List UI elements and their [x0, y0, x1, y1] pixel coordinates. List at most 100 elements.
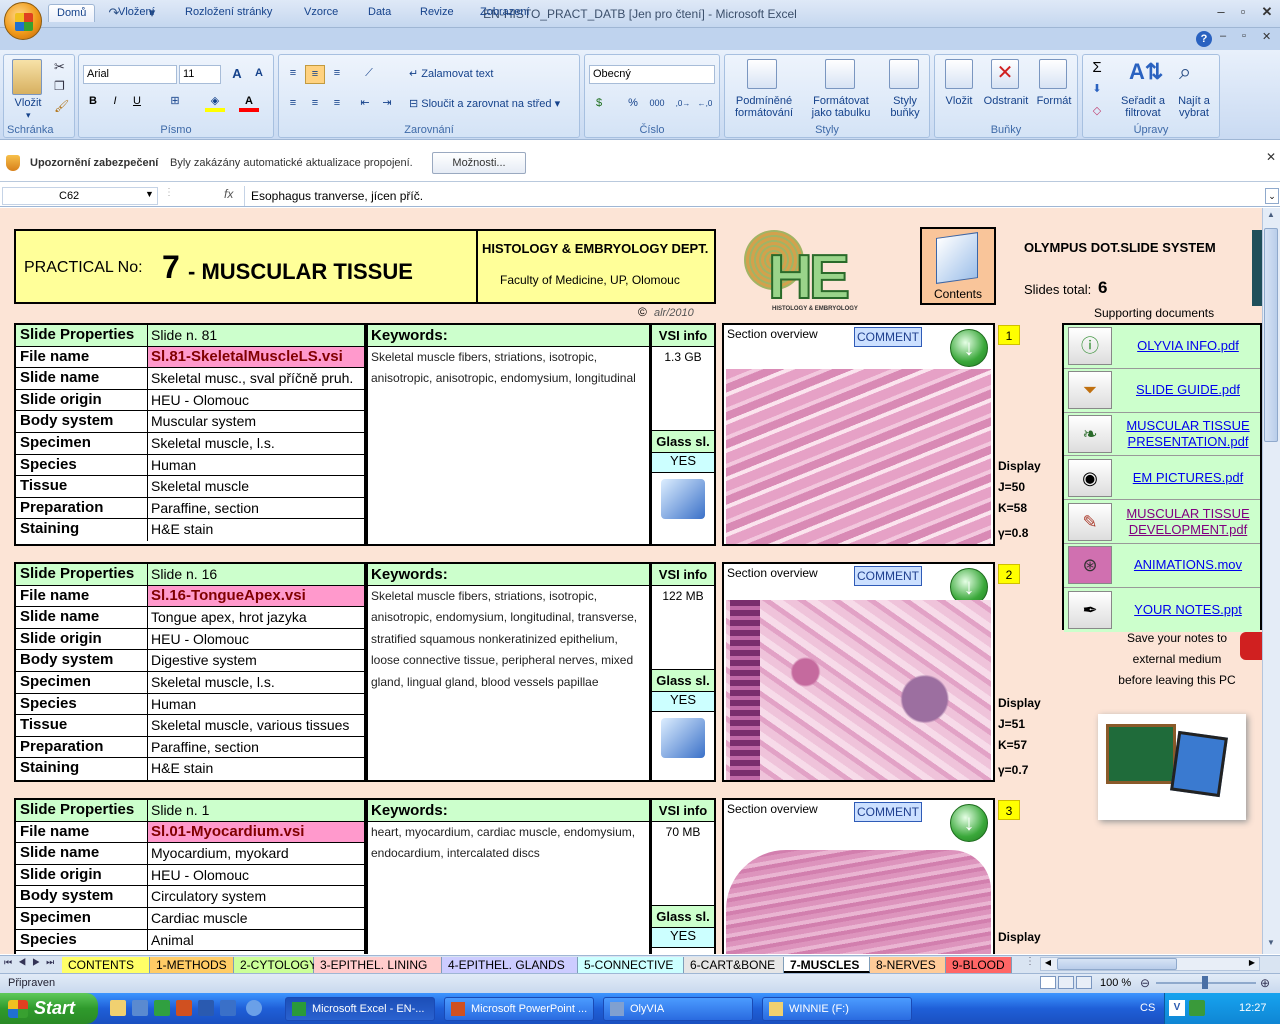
sheet-tab[interactable]: 4-EPITHEL. GLANDS: [442, 957, 578, 973]
tray-status-icon[interactable]: [1189, 1000, 1205, 1016]
name-box-dropdown-icon[interactable]: ▼: [145, 189, 154, 199]
file-name-value[interactable]: Sl.81-SkeletalMuscleLS.vsi: [148, 346, 364, 368]
align-right-icon[interactable]: ≡: [327, 95, 347, 114]
decrease-decimal-icon[interactable]: ←,0: [695, 95, 715, 114]
document-link[interactable]: MUSCULAR TISSUE PRESENTATION.pdf: [1116, 418, 1260, 450]
tab-data[interactable]: Data: [360, 4, 399, 22]
download-arrow-icon[interactable]: ↓: [950, 329, 988, 367]
tab-scroll-arrows-icon[interactable]: ⏮◀▶⏭: [4, 957, 60, 968]
clear-icon[interactable]: ◇: [1087, 103, 1107, 122]
wrap-text-button[interactable]: ↵ Zalamovat text: [409, 67, 493, 80]
comment-button[interactable]: COMMENT: [854, 327, 922, 347]
align-center-icon[interactable]: ≡: [305, 95, 325, 114]
bold-icon[interactable]: B: [83, 93, 103, 112]
document-item[interactable]: ✎ MUSCULAR TISSUE DEVELOPMENT.pdf: [1064, 500, 1260, 544]
fill-color-icon[interactable]: ◈: [205, 93, 225, 112]
download-arrow-icon[interactable]: ↓: [950, 804, 988, 842]
currency-icon[interactable]: $: [589, 95, 609, 114]
vsi-viewer-icon[interactable]: [661, 479, 705, 519]
insert-cells-button[interactable]: Vložit: [937, 95, 981, 107]
format-table-button[interactable]: Formátovat jako tabulku: [803, 95, 879, 119]
quicklaunch-desktop-icon[interactable]: [132, 1000, 148, 1016]
conditional-format-button[interactable]: Podmíněné formátování: [727, 95, 801, 119]
tab-view[interactable]: Zobrazení: [472, 4, 538, 22]
scroll-thumb[interactable]: [1264, 228, 1278, 442]
task-powerpoint[interactable]: Microsoft PowerPoint ...: [444, 997, 594, 1021]
zoom-level[interactable]: 100 %: [1100, 977, 1131, 989]
font-color-icon[interactable]: A: [239, 93, 259, 112]
document-item[interactable]: ◉ EM PICTURES.pdf: [1064, 456, 1260, 501]
sheet-tab[interactable]: 9-BLOOD: [946, 957, 1012, 973]
document-link[interactable]: OLYVIA INFO.pdf: [1116, 338, 1260, 354]
document-item[interactable]: ❧ MUSCULAR TISSUE PRESENTATION.pdf: [1064, 412, 1260, 457]
font-size-dropdown[interactable]: 11: [179, 65, 221, 84]
comment-button[interactable]: COMMENT: [854, 566, 922, 586]
ribbon-minimize-icon[interactable]: –: [1220, 30, 1226, 42]
vsi-viewer-icon[interactable]: [661, 718, 705, 758]
quicklaunch-ie-icon[interactable]: [220, 1000, 236, 1016]
quicklaunch-misc-icon[interactable]: [246, 1000, 262, 1016]
ribbon-restore-icon[interactable]: ▫: [1242, 30, 1246, 42]
shrink-font-icon[interactable]: A: [249, 65, 269, 84]
close-icon[interactable]: ✕: [1256, 4, 1278, 22]
task-olyvia[interactable]: OlyVIA: [603, 997, 753, 1021]
zoom-slider-thumb[interactable]: [1202, 976, 1208, 989]
document-link[interactable]: SLIDE GUIDE.pdf: [1116, 382, 1260, 398]
tab-formulas[interactable]: Vzorce: [296, 4, 346, 22]
cell-styles-button[interactable]: Styly buňky: [881, 95, 929, 119]
copy-icon[interactable]: ❐: [54, 79, 65, 93]
sheet-tab[interactable]: 6-CART&BONE: [684, 957, 784, 973]
maximize-icon[interactable]: ▫: [1232, 4, 1254, 22]
horizontal-scrollbar[interactable]: ◀ ▶: [1040, 957, 1260, 971]
slide-1-thumbnail[interactable]: [726, 369, 991, 544]
document-link[interactable]: ANIMATIONS.mov: [1116, 557, 1260, 573]
minimize-icon[interactable]: –: [1210, 4, 1232, 22]
name-box[interactable]: C62: [2, 187, 158, 205]
ribbon-close-icon[interactable]: ✕: [1262, 30, 1271, 43]
cut-icon[interactable]: ✂: [54, 59, 65, 75]
zoom-out-icon[interactable]: ⊖: [1140, 976, 1150, 990]
sheet-tab[interactable]: 5-CONNECTIVE: [578, 957, 684, 973]
page-break-view-icon[interactable]: [1076, 976, 1092, 989]
comment-button[interactable]: COMMENT: [854, 802, 922, 822]
scroll-left-icon[interactable]: ◀: [1041, 958, 1055, 970]
tab-home[interactable]: Domů: [48, 4, 96, 22]
number-format-dropdown[interactable]: Obecný: [589, 65, 715, 84]
sheet-tab[interactable]: CONTENTS: [62, 957, 150, 973]
format-cells-button[interactable]: Formát: [1033, 95, 1075, 107]
paste-button[interactable]: Vložit: [8, 97, 48, 109]
paste-dropdown-icon[interactable]: ▾: [26, 110, 31, 121]
delete-cells-button[interactable]: Odstranit: [979, 95, 1033, 107]
slide-2-thumbnail[interactable]: [726, 600, 991, 780]
font-name-dropdown[interactable]: Arial: [83, 65, 177, 84]
sheet-tab[interactable]: 1-METHODS: [150, 957, 234, 973]
thousands-icon[interactable]: 000: [647, 95, 667, 114]
insert-function-icon[interactable]: fx: [224, 187, 233, 201]
align-middle-icon[interactable]: ≡: [305, 65, 325, 84]
format-painter-icon[interactable]: 🖌: [54, 99, 69, 113]
sheet-tab[interactable]: 7-MUSCLES: [784, 957, 870, 973]
borders-icon[interactable]: ⊞: [165, 93, 185, 112]
tab-insert[interactable]: Vložení: [110, 4, 163, 22]
quicklaunch-word-icon[interactable]: [198, 1000, 214, 1016]
align-left-icon[interactable]: ≡: [283, 95, 303, 114]
worksheet[interactable]: PRACTICAL No: 7 - MUSCULAR TISSUE HISTOL…: [0, 208, 1262, 954]
document-item[interactable]: ✒ YOUR NOTES.ppt: [1064, 587, 1260, 632]
italic-icon[interactable]: I: [105, 93, 125, 112]
increase-decimal-icon[interactable]: ,0→: [673, 95, 693, 114]
scroll-up-icon[interactable]: ▲: [1264, 210, 1278, 224]
orientation-icon[interactable]: ⟋: [359, 65, 379, 84]
hscroll-thumb[interactable]: [1057, 958, 1177, 970]
sheet-tab[interactable]: 2-CYTOLOGY: [234, 957, 317, 973]
sheet-tab[interactable]: 8-NERVES: [870, 957, 946, 973]
task-excel[interactable]: Microsoft Excel - EN-...: [285, 997, 435, 1021]
tab-split-grip-icon[interactable]: ⋮: [1025, 956, 1037, 972]
quicklaunch-folder-icon[interactable]: [110, 1000, 126, 1016]
merge-center-button[interactable]: ⊟ Sloučit a zarovnat na střed ▾: [409, 97, 560, 110]
sheet-tab[interactable]: 3-EPITHEL. LINING: [314, 957, 442, 973]
page-layout-view-icon[interactable]: [1058, 976, 1074, 989]
task-drive[interactable]: WINNIE (F:): [762, 997, 912, 1021]
document-item[interactable]: ⓘ OLYVIA INFO.pdf: [1064, 325, 1260, 369]
align-bottom-icon[interactable]: ≡: [327, 65, 347, 84]
language-indicator[interactable]: CS: [1140, 1002, 1155, 1014]
